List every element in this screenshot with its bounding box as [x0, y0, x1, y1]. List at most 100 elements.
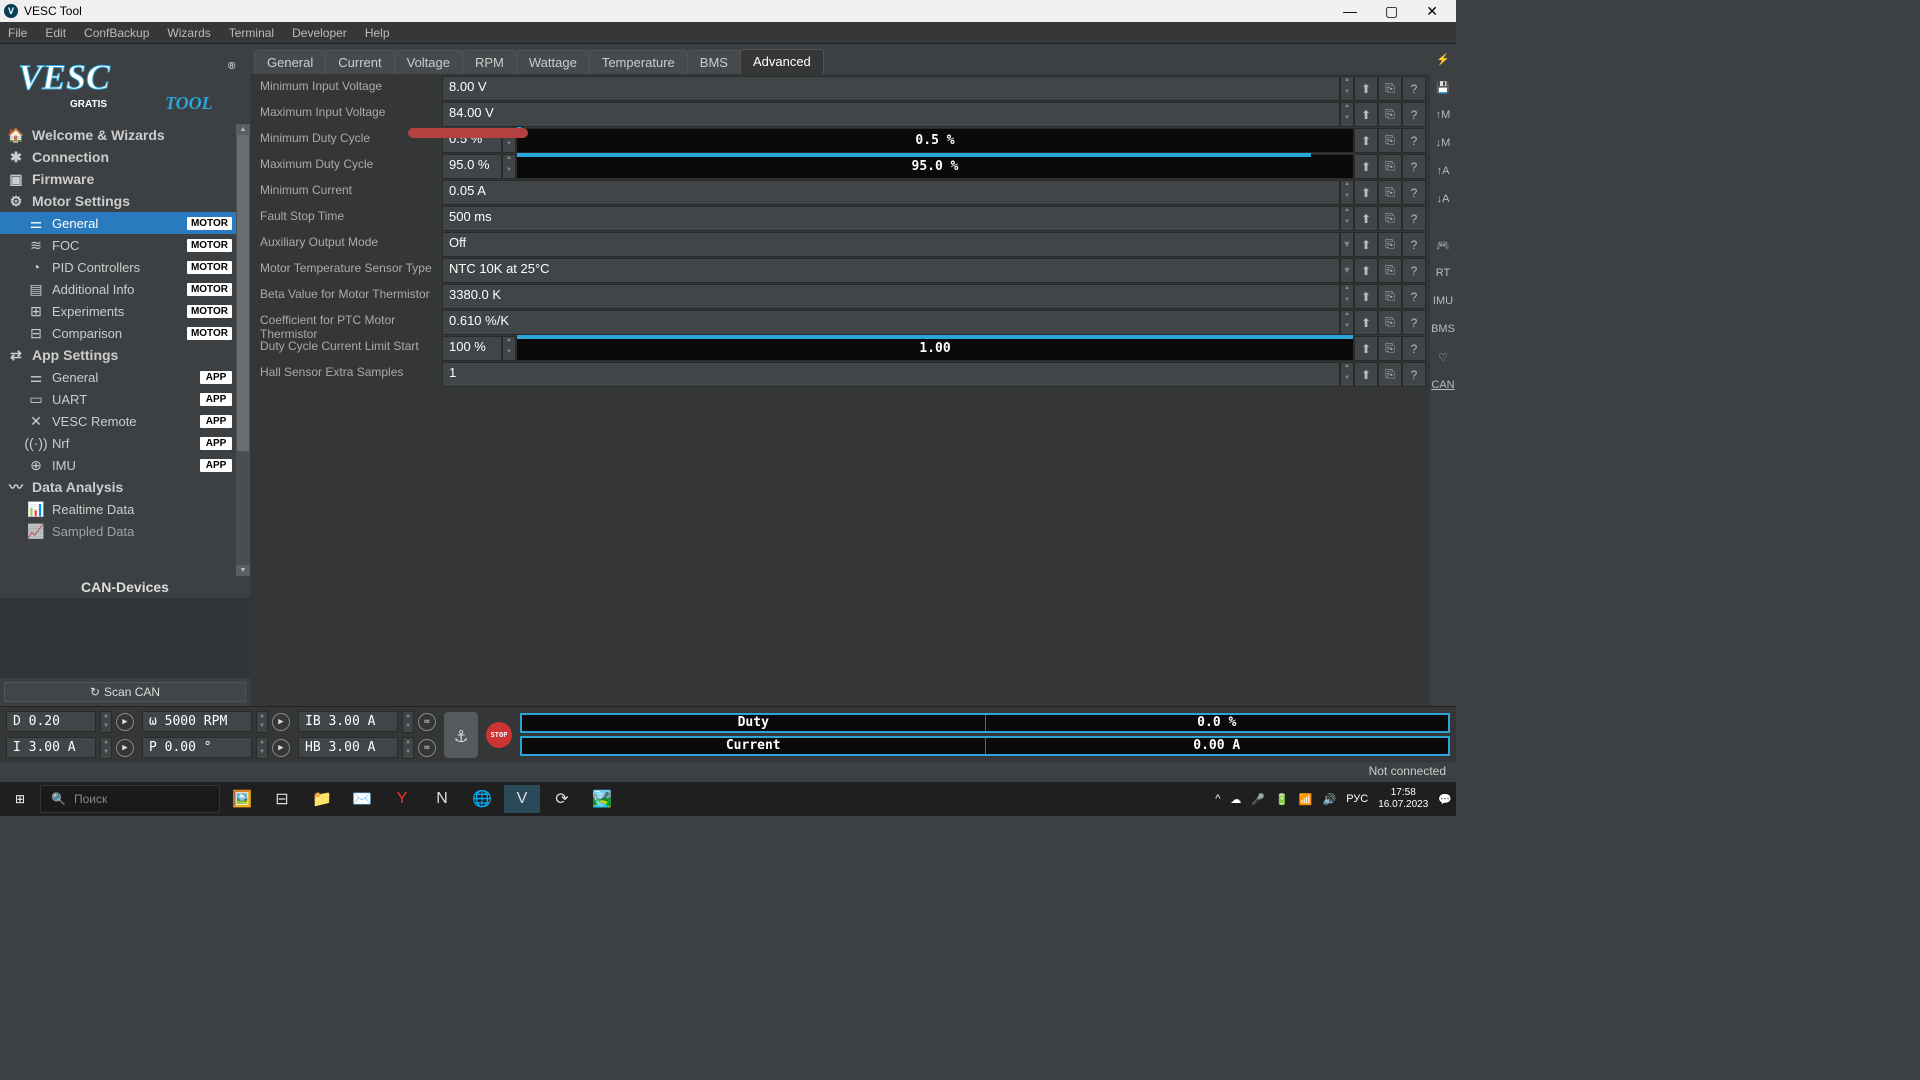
upload-button[interactable]: ⬆ [1354, 206, 1378, 231]
nav-imu[interactable]: ⊕IMUAPP [0, 454, 250, 476]
nav-uart[interactable]: ▭UARTAPP [0, 388, 250, 410]
nav-data-analysis[interactable]: 〰Data Analysis [0, 476, 250, 498]
play-button[interactable]: ▶ [116, 713, 134, 731]
nav-additional[interactable]: ▤Additional InfoMOTOR [0, 278, 250, 300]
menu-help[interactable]: Help [365, 26, 390, 40]
tray-clock[interactable]: 17:5816.07.2023 [1378, 787, 1428, 811]
system-tray[interactable]: ^ ☁ 🎤 🔋 📶 🔊 РУС 17:5816.07.2023 💬 [1215, 787, 1452, 811]
help-button[interactable]: ? [1402, 154, 1426, 179]
value-dropdown[interactable]: Off [442, 232, 1340, 257]
taskbar-app[interactable]: 🏞️ [584, 785, 620, 813]
tab-temperature[interactable]: Temperature [589, 50, 688, 74]
spinner[interactable]: ▲▼ [502, 154, 516, 179]
imu-icon[interactable]: IMU [1432, 290, 1454, 312]
w-input[interactable] [142, 711, 252, 732]
copy-button[interactable]: ⎘ [1378, 284, 1402, 309]
copy-button[interactable]: ⎘ [1378, 310, 1402, 335]
help-button[interactable]: ? [1402, 206, 1426, 231]
help-button[interactable]: ? [1402, 76, 1426, 101]
tray-mic-icon[interactable]: 🎤 [1251, 793, 1265, 806]
spinner[interactable]: ▲▼ [100, 711, 112, 733]
nav-motor-settings[interactable]: ⚙Motor Settings [0, 190, 250, 212]
value-input[interactable]: 100 % [442, 336, 502, 361]
help-button[interactable]: ? [1402, 232, 1426, 257]
taskbar-vesc[interactable]: V [504, 785, 540, 813]
help-button[interactable]: ? [1402, 336, 1426, 361]
download-m-icon[interactable]: ↓M [1432, 132, 1454, 154]
menu-confbackup[interactable]: ConfBackup [84, 26, 149, 40]
nav-tree[interactable]: 🏠Welcome & Wizards ✱Connection ▣Firmware… [0, 124, 250, 576]
help-button[interactable]: ? [1402, 180, 1426, 205]
close-button[interactable]: ✕ [1426, 3, 1438, 20]
chevron-down-icon[interactable]: ▼ [1340, 258, 1354, 283]
help-button[interactable]: ? [1402, 362, 1426, 387]
tray-wifi-icon[interactable]: 📶 [1299, 793, 1313, 806]
menu-wizards[interactable]: Wizards [167, 26, 210, 40]
spinner[interactable]: ▲▼ [402, 711, 414, 733]
nav-sampled[interactable]: 📈Sampled Data [0, 520, 250, 542]
help-button[interactable]: ? [1402, 258, 1426, 283]
copy-button[interactable]: ⎘ [1378, 76, 1402, 101]
value-input[interactable]: 1 [442, 362, 1340, 387]
value-input[interactable]: 95.0 % [442, 154, 502, 179]
taskbar-onenote[interactable]: N [424, 785, 460, 813]
bms-icon[interactable]: BMS [1432, 318, 1454, 340]
maximize-button[interactable]: ▢ [1385, 3, 1398, 20]
value-input[interactable]: 3380.0 K [442, 284, 1340, 309]
nav-connection[interactable]: ✱Connection [0, 146, 250, 168]
scroll-thumb[interactable] [237, 135, 249, 451]
nav-nrf[interactable]: ((·))NrfAPP [0, 432, 250, 454]
upload-button[interactable]: ⬆ [1354, 154, 1378, 179]
nav-app-general[interactable]: ⚌GeneralAPP [0, 366, 250, 388]
copy-button[interactable]: ⎘ [1378, 154, 1402, 179]
taskbar-mail[interactable]: ✉️ [344, 785, 380, 813]
spinner[interactable]: ▲▼ [1340, 284, 1354, 309]
menu-file[interactable]: File [8, 26, 27, 40]
menu-developer[interactable]: Developer [292, 26, 347, 40]
nav-welcome[interactable]: 🏠Welcome & Wizards [0, 124, 250, 146]
spinner[interactable]: ▲▼ [1340, 362, 1354, 387]
start-button[interactable]: ⊞ [4, 785, 36, 813]
connect-icon[interactable]: ⚡ [1432, 48, 1454, 70]
upload-button[interactable]: ⬆ [1354, 180, 1378, 205]
nav-scrollbar[interactable]: ▲ ▼ [236, 124, 250, 576]
save-icon[interactable]: 💾 [1432, 76, 1454, 98]
nav-pid[interactable]: ◔PID ControllersMOTOR [0, 256, 250, 278]
copy-button[interactable]: ⎘ [1378, 362, 1402, 387]
rt-icon[interactable]: RT [1432, 262, 1454, 284]
nav-firmware[interactable]: ▣Firmware [0, 168, 250, 190]
chevron-down-icon[interactable]: ▼ [1340, 232, 1354, 257]
upload-a-icon[interactable]: ↑A [1432, 160, 1454, 182]
copy-button[interactable]: ⎘ [1378, 180, 1402, 205]
nav-experiments[interactable]: ⊞ExperimentsMOTOR [0, 300, 250, 322]
help-button[interactable]: ? [1402, 310, 1426, 335]
slider[interactable]: 1.00 [516, 336, 1354, 361]
nav-app-settings[interactable]: ⇄App Settings [0, 344, 250, 366]
taskbar-app[interactable]: 🖼️ [224, 785, 260, 813]
spinner[interactable]: ▲▼ [1340, 102, 1354, 127]
menu-edit[interactable]: Edit [45, 26, 66, 40]
spinner[interactable]: ▲▼ [502, 336, 516, 361]
spinner[interactable]: ▲▼ [100, 737, 112, 759]
slider[interactable]: 95.0 % [516, 154, 1354, 179]
value-input[interactable]: 0.05 A [442, 180, 1340, 205]
tray-lang[interactable]: РУС [1346, 793, 1368, 805]
taskbar-yandex[interactable]: Y [384, 785, 420, 813]
spinner[interactable]: ▲▼ [1340, 76, 1354, 101]
value-input[interactable]: 84.00 V [442, 102, 1340, 127]
play-button[interactable]: ▶ [272, 739, 290, 757]
i-input[interactable] [6, 737, 96, 758]
upload-button[interactable]: ⬆ [1354, 258, 1378, 283]
taskbar-app[interactable]: ⟳ [544, 785, 580, 813]
anchor-button[interactable]: ⚓ [444, 712, 478, 758]
stop-button[interactable]: STOP [486, 722, 512, 748]
upload-m-icon[interactable]: ↑M [1432, 104, 1454, 126]
tab-rpm[interactable]: RPM [462, 50, 517, 74]
taskbar-edge[interactable]: 🌐 [464, 785, 500, 813]
tab-wattage[interactable]: Wattage [516, 50, 590, 74]
spinner[interactable]: ▲▼ [1340, 206, 1354, 231]
spinner[interactable]: ▲▼ [1340, 310, 1354, 335]
scroll-down-icon[interactable]: ▼ [236, 565, 250, 576]
tab-general[interactable]: General [254, 50, 326, 74]
upload-button[interactable]: ⬆ [1354, 362, 1378, 387]
